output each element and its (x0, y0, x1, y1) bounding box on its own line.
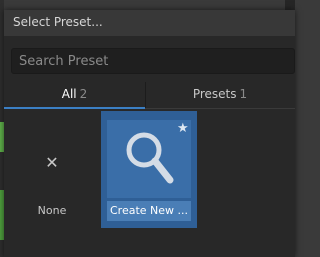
tab-all-count: 2 (79, 87, 88, 101)
tab-presets[interactable]: Presets 1 (145, 82, 295, 109)
tab-all[interactable]: All 2 (4, 82, 145, 109)
tab-all-label: All (61, 87, 77, 101)
preset-item-label: Create New ... (109, 204, 189, 217)
tab-presets-count: 1 (239, 87, 248, 101)
preset-thumbnail: ★ (107, 120, 191, 198)
search-field[interactable] (11, 48, 295, 74)
tab-presets-label: Presets (192, 87, 237, 101)
search-input[interactable] (12, 49, 294, 73)
preset-grid: ✕ None ★ Create New ... (4, 109, 295, 257)
preset-item-label: None (37, 204, 67, 217)
star-icon[interactable]: ★ (177, 122, 189, 135)
dialog-title: Select Preset... (13, 15, 103, 29)
preset-tabs: All 2 Presets 1 (4, 82, 295, 109)
close-icon: ✕ (45, 153, 59, 172)
select-preset-dialog: Select Preset... All2 Presets1 ✕ None ★ (4, 10, 295, 257)
preset-caption-box: Create New ... (107, 201, 191, 221)
dialog-titlebar[interactable]: Select Preset... (4, 10, 295, 36)
preset-item-none[interactable]: ✕ None (6, 117, 98, 229)
preset-item-create-new[interactable]: ★ Create New ... (101, 111, 197, 228)
search-icon (126, 132, 174, 184)
background-corner (285, 0, 295, 10)
